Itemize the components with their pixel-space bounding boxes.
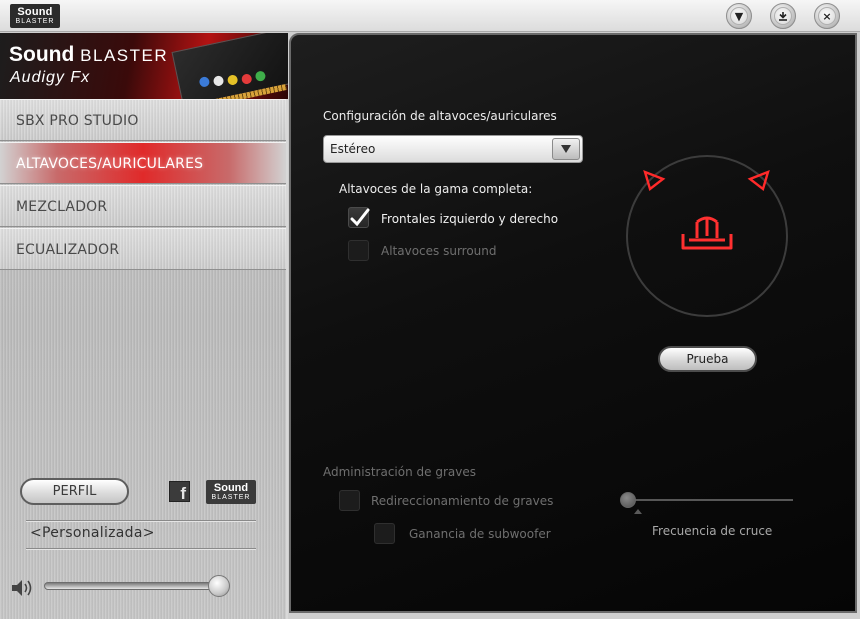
brand-model: Audigy Fx — [10, 69, 91, 86]
checkmark-icon — [350, 208, 370, 227]
logo-line1: Sound — [17, 6, 53, 18]
fullrange-label: Altavoces de la gama completa: — [339, 182, 533, 196]
sidebar-item-label: MEZCLADOR — [16, 199, 108, 215]
front-left-speaker-icon[interactable] — [642, 169, 666, 191]
chevron-down-icon[interactable] — [552, 138, 580, 160]
subwoofer-gain-label: Ganancia de subwoofer — [409, 527, 551, 541]
crossover-slider[interactable] — [623, 499, 793, 501]
bass-management-title: Administración de graves — [323, 465, 476, 479]
slider-tick — [634, 509, 642, 514]
speaker-config-dropdown[interactable]: Estéreo — [323, 135, 583, 163]
speaker-config-label: Configuración de altavoces/auriculares — [323, 109, 557, 123]
brand-name-thin: BLASTER — [80, 46, 169, 65]
sidebar-item-mezclador[interactable]: MEZCLADOR — [0, 185, 286, 227]
front-right-speaker-icon[interactable] — [747, 169, 771, 191]
brand-name: Sound BLASTER — [9, 43, 168, 67]
bass-redirect-label: Redireccionamiento de graves — [371, 494, 554, 508]
sidebar-item-label: ECUALIZADOR — [16, 242, 120, 258]
sidebar-item-altavoces-auriculares[interactable]: ALTAVOCES/AURICULARES — [0, 142, 286, 184]
listener-icon — [681, 216, 733, 250]
divider — [26, 520, 256, 521]
title-bar: Sound BLASTER ▼ × — [0, 0, 860, 32]
close-button[interactable]: × — [814, 3, 840, 29]
sound-blaster-link[interactable]: Sound BLASTER — [206, 480, 256, 504]
sound-blaster-logo: Sound BLASTER — [10, 4, 60, 28]
main-panel: Configuración de altavoces/auriculares E… — [289, 33, 857, 613]
subwoofer-gain-checkbox[interactable] — [374, 523, 395, 544]
sound-card-image — [171, 33, 288, 99]
front-speakers-label: Frontales izquierdo y derecho — [381, 212, 559, 226]
chevron-down-icon: ▼ — [730, 7, 748, 25]
speaker-icon[interactable] — [10, 577, 34, 599]
sidebar-item-ecualizador[interactable]: ECUALIZADOR — [0, 228, 286, 270]
minimize-button[interactable] — [770, 3, 796, 29]
brand-banner: Sound BLASTER Audigy Fx — [0, 33, 288, 99]
brand-name-bold: Sound — [9, 43, 75, 66]
front-speakers-checkbox[interactable] — [348, 207, 370, 228]
sidebar-item-label: SBX PRO STUDIO — [16, 113, 139, 129]
logo-line2: BLASTER — [15, 18, 55, 25]
test-button[interactable]: Prueba — [658, 346, 757, 372]
crossover-label: Frecuencia de cruce — [652, 524, 773, 538]
speaker-config-value: Estéreo — [330, 142, 376, 156]
minimize-to-tray-button[interactable]: ▼ — [726, 3, 752, 29]
facebook-icon[interactable]: f — [169, 481, 190, 502]
surround-speakers-label: Altavoces surround — [381, 244, 497, 258]
mini-logo-line2: BLASTER — [211, 494, 251, 501]
volume-slider[interactable] — [44, 582, 228, 590]
sidebar-item-label: ALTAVOCES/AURICULARES — [16, 156, 204, 172]
sidebar-item-sbx-pro-studio[interactable]: SBX PRO STUDIO — [0, 99, 286, 141]
mini-logo-line1: Sound — [213, 482, 249, 494]
close-icon: × — [818, 7, 836, 25]
profile-button[interactable]: PERFIL — [20, 478, 129, 505]
volume-slider-thumb[interactable] — [207, 575, 230, 597]
bass-redirect-checkbox[interactable] — [339, 490, 360, 511]
divider — [26, 548, 256, 549]
minimize-icon — [774, 7, 792, 25]
preset-selector[interactable]: <Personalizada> — [30, 525, 155, 541]
crossover-slider-thumb[interactable] — [620, 492, 636, 508]
sidebar: Sound BLASTER Audigy Fx SBX PRO STUDIO A… — [0, 33, 288, 619]
surround-speakers-checkbox[interactable] — [348, 240, 369, 261]
